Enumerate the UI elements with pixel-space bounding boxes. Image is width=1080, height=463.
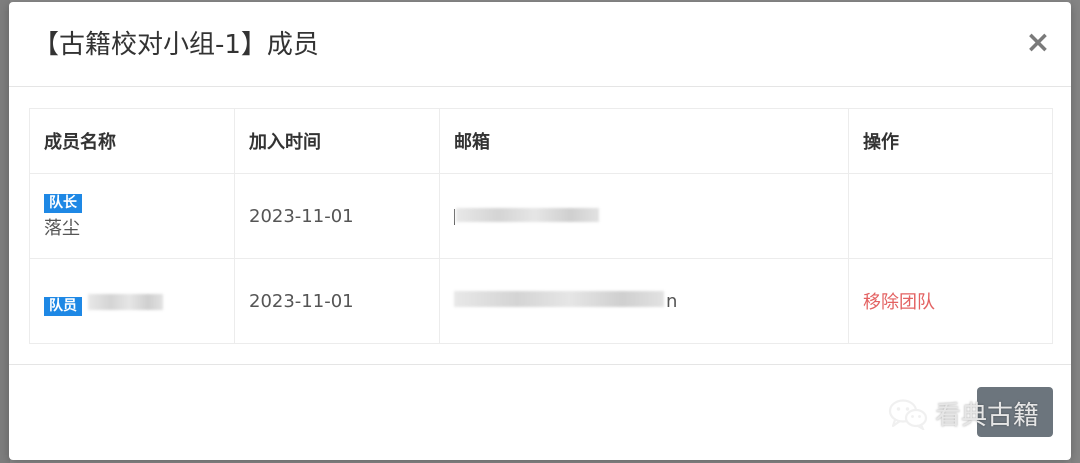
- close-dialog-button[interactable]: [977, 387, 1053, 437]
- table-row: 队长 落尘 2023-11-01: [29, 173, 1053, 259]
- action-cell: [848, 173, 1053, 259]
- join-date: 2023-11-01: [234, 258, 440, 344]
- redacted-email: [454, 290, 664, 307]
- column-header-member-name: 成员名称: [29, 108, 235, 174]
- team-members-dialog: 【古籍校对小组-1】成员 × 成员名称 加入时间 邮箱 操作 队长 落尘 202…: [9, 2, 1071, 460]
- close-icon[interactable]: ×: [1025, 26, 1051, 60]
- remove-from-team-link[interactable]: 移除团队: [863, 292, 935, 313]
- role-badge-leader: 队长: [44, 194, 82, 213]
- email-cell: n: [439, 258, 849, 344]
- table-row: 队员 2023-11-01 n 移除团队: [29, 258, 1053, 344]
- table-header-row: 成员名称 加入时间 邮箱 操作: [29, 108, 1053, 174]
- email-cell: [439, 173, 849, 259]
- members-table: 成员名称 加入时间 邮箱 操作 队长 落尘 2023-11-01 队员 2023…: [29, 108, 1053, 344]
- wechat-icon: [888, 398, 928, 430]
- members-table-container: 成员名称 加入时间 邮箱 操作 队长 落尘 2023-11-01 队员 2023…: [29, 108, 1053, 344]
- modal-backdrop-right: [1071, 0, 1080, 463]
- column-header-join-time: 加入时间: [234, 108, 440, 174]
- role-badge-member: 队员: [44, 297, 82, 316]
- email-text-cursor: [454, 208, 455, 225]
- column-header-email: 邮箱: [439, 108, 849, 174]
- member-name: 落尘: [44, 218, 80, 239]
- email-visible-tail: n: [666, 290, 678, 312]
- member-cell: 队长 落尘: [29, 173, 235, 259]
- redacted-member-name: [87, 294, 163, 310]
- dialog-title: 【古籍校对小组-1】成员: [33, 30, 319, 60]
- join-date: 2023-11-01: [234, 173, 440, 259]
- dialog-header: 【古籍校对小组-1】成员 ×: [9, 2, 1071, 87]
- redacted-email: [456, 207, 599, 222]
- member-cell: 队员: [29, 258, 235, 344]
- action-cell: 移除团队: [848, 258, 1053, 344]
- dialog-footer: 看典古籍: [9, 364, 1071, 460]
- column-header-actions: 操作: [848, 108, 1053, 174]
